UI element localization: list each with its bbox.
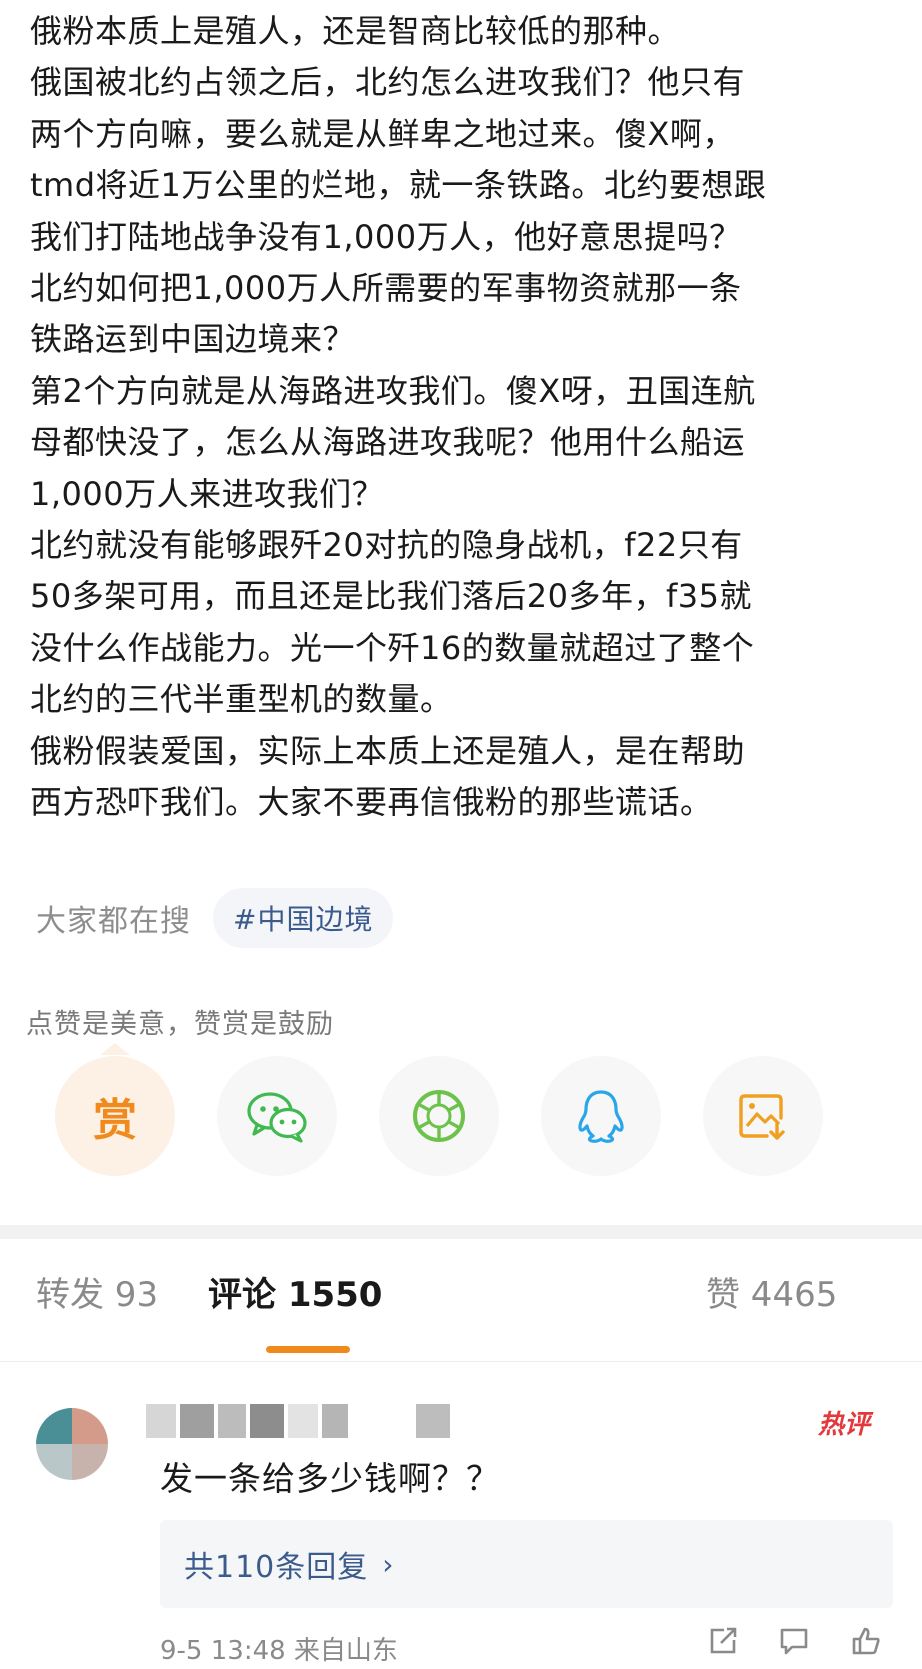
active-tab-indicator — [266, 1346, 350, 1353]
post-line: 北约如何把1,000万人所需要的军事物资就那一条 — [30, 269, 742, 308]
post-line: 北约就没有能够跟歼20对抗的隐身战机，f22只有 — [30, 526, 743, 565]
tab-likes[interactable]: 赞 4465 — [706, 1267, 837, 1316]
post-line: 50多架可用，而且还是比我们落后20多年，f35就 — [30, 577, 752, 616]
comment-item: 热评 发一条给多少钱啊？？ 共110条回复 › 9-5 13:48 来自山东 — [0, 1390, 922, 1669]
post-line: 俄国被北约占领之后，北约怎么进攻我们？他只有 — [30, 63, 746, 102]
qq-icon — [578, 1090, 624, 1143]
post-body: 俄粉本质上是殖人，还是智商比较低的那种。 俄国被北约占领之后，北约怎么进攻我们？… — [30, 6, 900, 829]
hot-comment-badge: 热评 — [818, 1410, 871, 1440]
share-qq-button[interactable] — [541, 1056, 661, 1176]
username-redacted[interactable] — [146, 1404, 450, 1438]
post-line: 第2个方向就是从海路进攻我们。傻X呀，丑国连航 — [30, 371, 756, 410]
post-line: 两个方向嘛，要么就是从鲜卑之地过来。傻X啊， — [30, 114, 735, 153]
reward-tip: 点赞是美意，赞赏是鼓励 — [26, 1009, 334, 1040]
post-line: 西方恐吓我们。大家不要再信俄粉的那些谎话。 — [30, 783, 713, 822]
post-line: 我们打陆地战争没有1,000万人，他好意思提吗？ — [30, 217, 742, 256]
avatar[interactable] — [36, 1408, 108, 1480]
hashtag-chip[interactable]: #中国边境 — [213, 888, 394, 948]
section-divider — [0, 1225, 922, 1239]
share-icon[interactable] — [708, 1626, 738, 1656]
tab-comments[interactable]: 评论 1550 — [208, 1267, 382, 1316]
post-line: 母都快没了，怎么从海路进攻我呢？他用什么船运 — [30, 423, 746, 462]
reward-tip-caret — [100, 1043, 130, 1055]
tab-bar: 转发 93 评论 1550 赞 4465 — [0, 1257, 922, 1337]
trending-search-row: 大家都在搜 #中国边境 — [36, 885, 394, 951]
save-image-icon — [739, 1094, 785, 1140]
post-line: 北约的三代半重型机的数量。 — [30, 680, 453, 719]
post-line: 铁路运到中国边境来？ — [30, 320, 356, 359]
moments-icon — [413, 1090, 465, 1142]
comment-meta: 9-5 13:48 来自山东 — [160, 1636, 398, 1666]
tab-divider — [0, 1361, 922, 1362]
comment-actions — [708, 1626, 882, 1656]
post-line: 没什么作战能力。光一个歼16的数量就超过了整个 — [30, 628, 755, 667]
post-line: 俄粉假装爱国，实际上本质上还是殖人，是在帮助 — [30, 731, 746, 770]
share-moments-button[interactable] — [379, 1056, 499, 1176]
save-image-button[interactable] — [703, 1056, 823, 1176]
post-line: tmd将近1万公里的烂地，就一条铁路。北约要想跟 — [30, 166, 767, 205]
post-line: 俄粉本质上是殖人，还是智商比较低的那种。 — [30, 12, 681, 50]
chevron-right-icon: › — [382, 1547, 394, 1581]
replies-link[interactable]: 共110条回复 — [184, 1542, 368, 1586]
tab-repost[interactable]: 转发 93 — [36, 1267, 158, 1316]
wechat-icon — [247, 1092, 307, 1143]
comment-text: 发一条给多少钱啊？？ — [160, 1459, 500, 1498]
reward-icon: 赏 — [93, 1095, 137, 1146]
like-icon[interactable] — [850, 1626, 882, 1656]
reward-button[interactable]: 赏 — [55, 1056, 175, 1176]
trending-search-label: 大家都在搜 — [36, 904, 191, 939]
reply-icon[interactable] — [778, 1626, 810, 1656]
share-row: 赏 — [55, 1056, 875, 1176]
post-line: 1,000万人来进攻我们？ — [30, 474, 385, 513]
share-wechat-button[interactable] — [217, 1056, 337, 1176]
replies-box[interactable]: 共110条回复 › — [160, 1520, 893, 1608]
